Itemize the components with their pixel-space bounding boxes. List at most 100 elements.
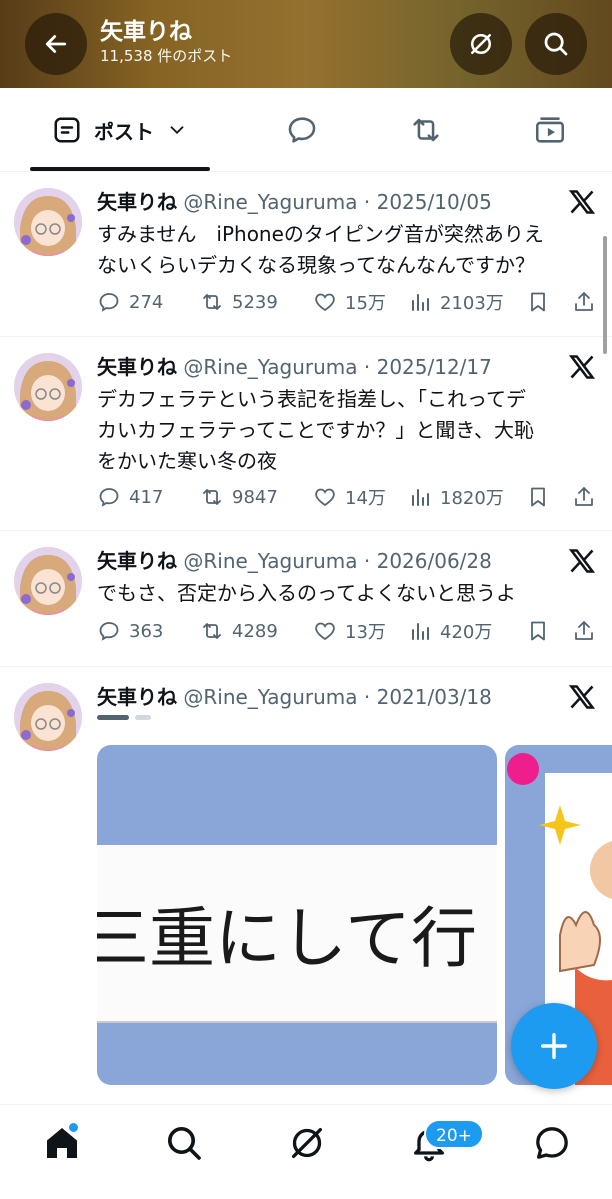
chat-bubble-icon [536,1127,568,1159]
post-actions: 363 4289 13万 420万 [97,616,604,646]
plus-icon [540,1032,568,1060]
views-button[interactable]: 420万 [408,618,526,644]
bookmark-icon [531,292,545,312]
reply-icon [99,488,119,507]
heart-icon [315,293,335,312]
post[interactable]: 矢車りね @Rine_Yaguruma · 2025/12/17 デカフェラテと… [0,337,612,531]
reply-button[interactable]: 274 [97,290,200,314]
compose-button[interactable] [511,1003,597,1089]
x-logo-icon [568,355,596,379]
search-icon [168,1127,201,1160]
post-text: でもさ、否定から入るのってよくないと思うよ [97,578,597,609]
post-header: 矢車りね @Rine_Yaguruma · 2025/10/05 [97,188,492,216]
post[interactable]: 矢車りね @Rine_Yaguruma · 2026/06/28 でもさ、否定か… [0,531,612,667]
nav-messages[interactable] [532,1123,572,1163]
display-name[interactable]: 矢車りね [97,190,177,214]
like-count: 13万 [345,622,386,643]
reply-button[interactable]: 363 [97,619,200,643]
like-count: 14万 [345,488,386,509]
grok-icon [471,34,491,54]
notifications-badge: 20+ [424,1119,484,1149]
media-image[interactable]: 三重にして行 [97,745,497,1085]
repost-count: 4289 [232,620,278,642]
share-button[interactable] [572,290,604,314]
handle-date[interactable]: @Rine_Yaguruma · 2026/06/28 [183,549,492,573]
share-button[interactable] [572,485,604,509]
scrollbar[interactable] [603,236,607,354]
chevron-down-icon [170,126,184,135]
home-notification-dot [69,1123,78,1132]
view-count: 420万 [440,622,493,643]
post-feed: 矢車りね @Rine_Yaguruma · 2025/10/05 すみません i… [0,172,612,1107]
like-button[interactable]: 13万 [313,618,408,644]
views-chart-icon [412,489,429,506]
tab-reposts[interactable] [394,88,458,172]
avatar[interactable] [14,188,82,256]
post-header: 矢車りね @Rine_Yaguruma · 2025/12/17 [97,353,492,381]
handle-date[interactable]: @Rine_Yaguruma · 2025/12/17 [183,355,492,379]
repost-icon [203,489,221,505]
bottom-nav: 20+ [0,1104,612,1199]
media-caption-text: 三重にして行 [97,900,478,977]
avatar[interactable] [14,547,82,615]
back-button[interactable] [25,13,87,75]
bookmark-icon [531,621,545,641]
post-actions: 417 9847 14万 1820万 [97,482,604,512]
back-arrow-icon [45,35,67,53]
views-button[interactable]: 2103万 [408,289,526,315]
nav-grok[interactable] [287,1123,327,1163]
like-button[interactable]: 14万 [313,484,408,510]
bookmark-button[interactable] [526,485,572,509]
post-text: すみません iPhoneのタイピング音が突然ありえ ないくらいデカくなる現象って… [97,219,597,281]
tab-replies[interactable] [270,88,334,172]
header-title: 矢車りね 11,538 件のポスト [100,18,232,66]
views-button[interactable]: 1820万 [408,484,526,510]
display-name[interactable]: 矢車りね [97,549,177,573]
post-header: 矢車りね @Rine_Yaguruma · 2026/06/28 [97,547,492,575]
reply-icon [99,293,119,312]
posts-filter-icon [54,117,80,143]
search-button[interactable] [525,13,587,75]
post-actions: 274 5239 15万 2103万 [97,287,604,317]
bookmark-icon [531,487,545,507]
avatar[interactable] [14,353,82,421]
x-logo-icon [568,685,596,709]
reply-count: 417 [129,486,164,508]
post-text-line: カいカフェラテってことですか？」と聞き、大恥 [97,418,534,442]
reply-button[interactable]: 417 [97,485,200,509]
reply-count: 363 [129,620,164,642]
post-text-line: をかいた寒い冬の夜 [97,449,277,473]
nav-search[interactable] [164,1123,204,1163]
profile-header: 矢車りね 11,538 件のポスト [0,0,612,88]
handle-date[interactable]: @Rine_Yaguruma · 2021/03/18 [183,685,492,709]
reply-count: 274 [129,291,164,313]
profile-tabs: ポスト [0,88,612,172]
share-icon [575,292,593,311]
views-chart-icon [412,623,429,640]
post-text-line: デカフェラテという表記を指差し、「これってデ [97,387,526,411]
bookmark-button[interactable] [526,290,572,314]
repost-button[interactable]: 4289 [200,619,313,643]
avatar[interactable] [14,683,82,751]
post-text-line: すみません iPhoneのタイピング音が突然ありえ [97,222,544,246]
repost-icon [203,294,221,310]
grok-icon [292,1128,322,1158]
repost-button[interactable]: 5239 [200,290,313,314]
heart-icon [315,488,335,507]
share-button[interactable] [572,619,604,643]
reply-icon [288,117,316,143]
post[interactable]: 矢車りね @Rine_Yaguruma · 2025/10/05 すみません i… [0,172,612,337]
tab-posts[interactable]: ポスト [30,88,210,172]
video-icon [535,117,565,143]
like-button[interactable]: 15万 [313,289,408,315]
views-chart-icon [412,294,429,311]
display-name[interactable]: 矢車りね [97,355,177,379]
grok-button[interactable] [450,13,512,75]
repost-button[interactable]: 9847 [200,485,313,509]
handle-date[interactable]: @Rine_Yaguruma · 2025/10/05 [183,190,492,214]
tab-videos[interactable] [518,88,582,172]
repost-icon [413,118,439,142]
reply-icon [99,622,119,641]
bookmark-button[interactable] [526,619,572,643]
display-name[interactable]: 矢車りね [97,685,177,709]
